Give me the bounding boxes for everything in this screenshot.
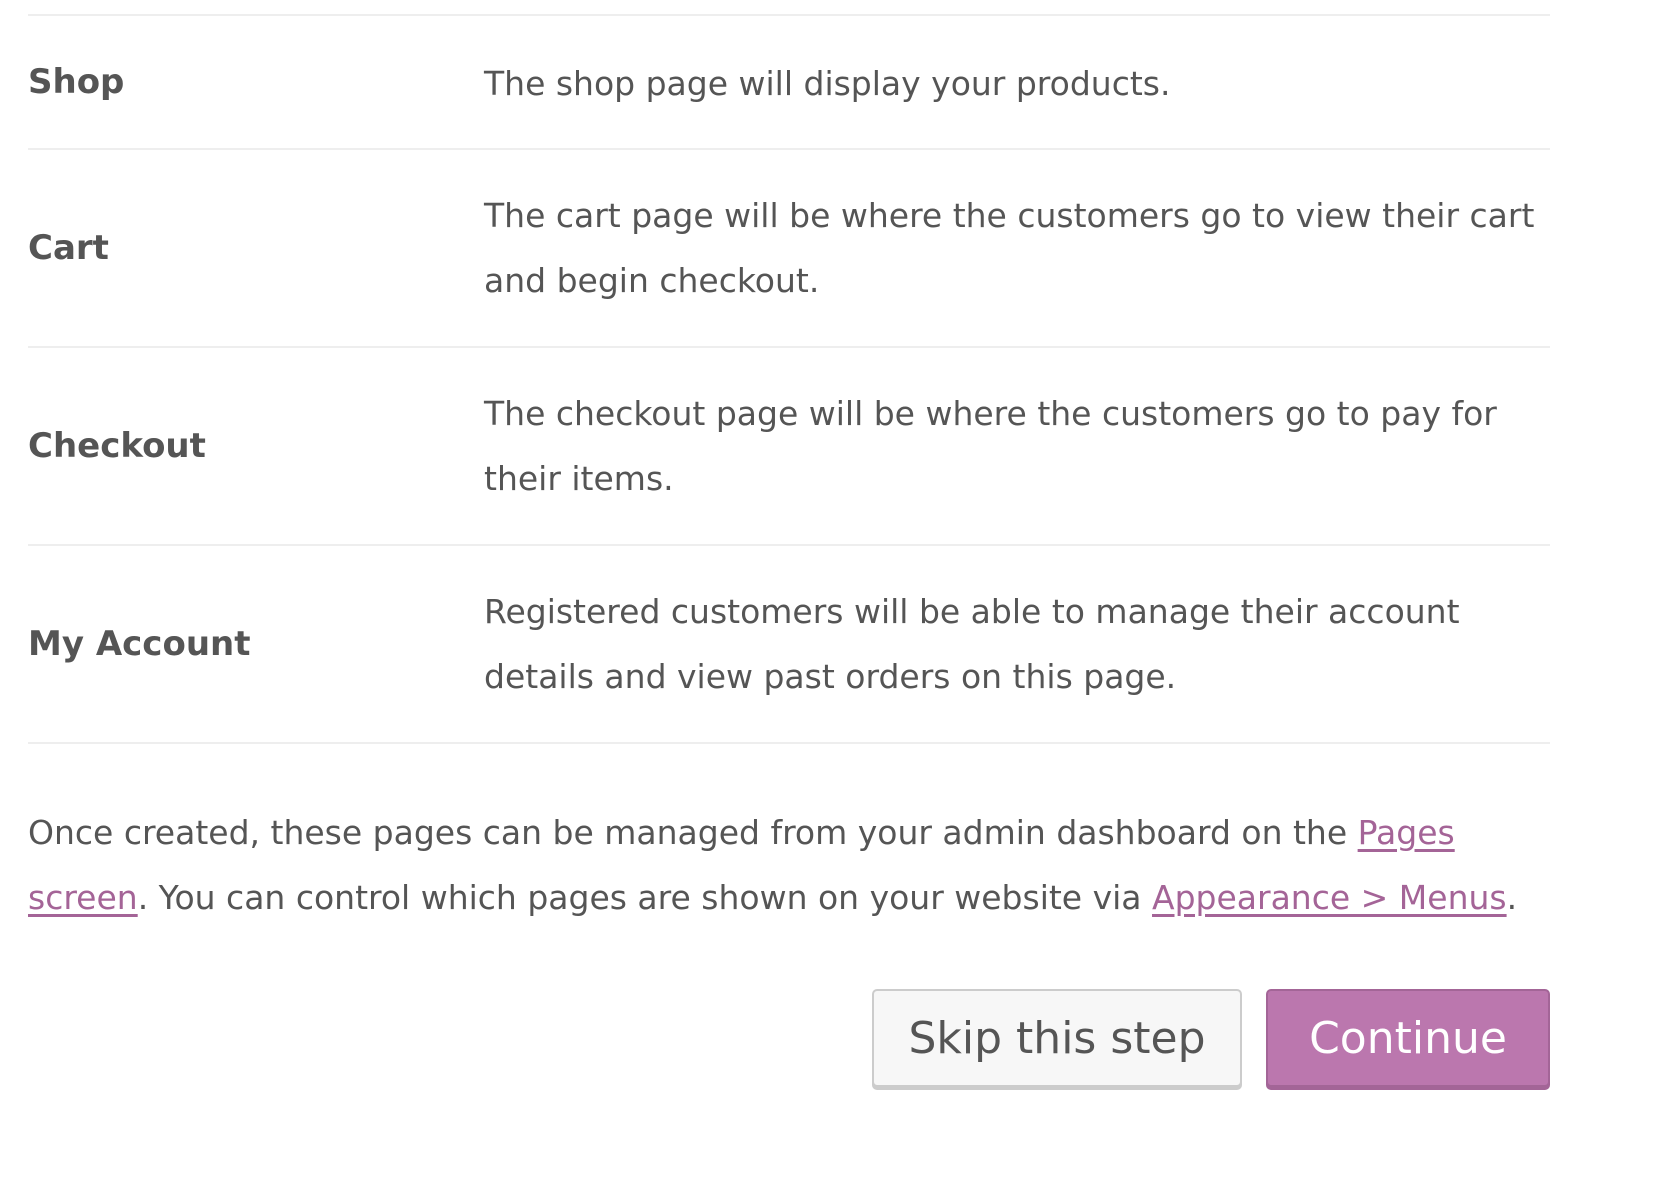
table-row-my-account: My Account Registered customers will be … bbox=[28, 545, 1550, 743]
pages-table: Shop The shop page will display your pro… bbox=[28, 16, 1550, 744]
table-row-shop: Shop The shop page will display your pro… bbox=[28, 16, 1550, 149]
skip-step-button[interactable]: Skip this step bbox=[872, 989, 1242, 1087]
step-actions: Skip this step Continue bbox=[872, 989, 1550, 1087]
page-description-shop: The shop page will display your products… bbox=[484, 63, 1171, 103]
note-text-middle: . You can control which pages are shown … bbox=[137, 878, 1153, 917]
page-description-my-account: Registered customers will be able to man… bbox=[484, 592, 1460, 696]
table-row-cart: Cart The cart page will be where the cus… bbox=[28, 149, 1550, 347]
page-description-checkout: The checkout page will be where the cust… bbox=[484, 394, 1497, 498]
table-row-checkout: Checkout The checkout page will be where… bbox=[28, 347, 1550, 545]
page-description-cart: The cart page will be where the customer… bbox=[484, 196, 1535, 300]
note-text-end: . bbox=[1506, 878, 1518, 917]
page-name-cart: Cart bbox=[28, 228, 109, 268]
appearance-menus-link[interactable]: Appearance > Menus bbox=[1152, 878, 1507, 917]
page-name-my-account: My Account bbox=[28, 624, 251, 664]
pages-management-note: Once created, these pages can be managed… bbox=[28, 800, 1550, 930]
page-name-shop: Shop bbox=[28, 62, 125, 102]
continue-button[interactable]: Continue bbox=[1266, 989, 1550, 1087]
note-text-intro: Once created, these pages can be managed… bbox=[28, 813, 1358, 852]
page-name-checkout: Checkout bbox=[28, 426, 206, 466]
setup-pages-step: Shop The shop page will display your pro… bbox=[28, 0, 1550, 1087]
